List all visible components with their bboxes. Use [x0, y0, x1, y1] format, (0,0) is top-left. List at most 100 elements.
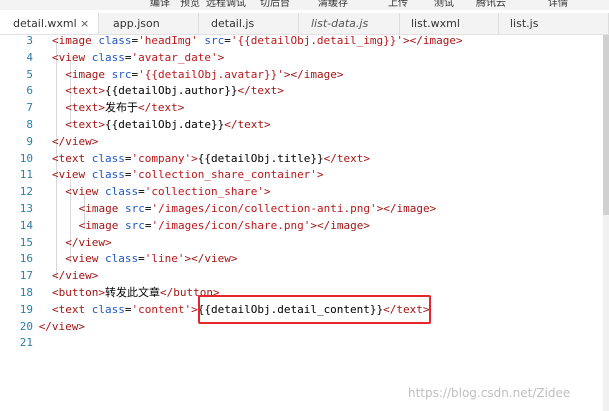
tab-label: detail.js: [211, 17, 255, 30]
code-token: <image: [65, 67, 112, 81]
code-text: <button>转发此文章</button>: [52, 284, 220, 301]
code-token: <text: [52, 151, 92, 165]
code-token: 'collection_share_container': [131, 168, 317, 182]
code-token: </text>: [323, 151, 370, 165]
code-token: 'avatar_date': [131, 50, 218, 64]
toolbar-details-button[interactable]: 详情: [548, 0, 568, 9]
code-token: </text>: [237, 84, 284, 98]
code-token: '{{detailObj.detail_img}}': [230, 34, 404, 47]
code-token: >: [264, 185, 271, 199]
toolbar-compile-button[interactable]: 编译: [150, 0, 170, 9]
code-line[interactable]: 14 <image src='/images/icon/share.png'></…: [0, 217, 603, 234]
code-token: =: [124, 50, 132, 64]
tab-app-json[interactable]: app.json: [99, 13, 199, 34]
watermark: https://blog.csdn.net/Zidee: [408, 386, 571, 400]
toolbar-clear-cache-button[interactable]: 清缓存: [318, 0, 348, 9]
code-line[interactable]: 16 <view class='line'></view>: [0, 250, 603, 267]
code-token: '/images/icon/share.png': [151, 218, 311, 232]
code-token: class: [105, 185, 139, 199]
tab-label: list.js: [510, 17, 539, 30]
code-token: ></view>: [184, 252, 238, 266]
tab-list-wxml[interactable]: list.wxml: [400, 13, 499, 34]
code-line[interactable]: 9 </view>: [0, 133, 603, 150]
code-token: 'headImg': [138, 34, 198, 47]
code-token: <text: [52, 302, 92, 316]
line-number: 19: [19, 302, 33, 316]
code-line[interactable]: 3 <image class='headImg' src='{{detailObj…: [0, 32, 603, 49]
code-token: =: [124, 151, 132, 165]
code-token: 转发此文章: [104, 286, 160, 299]
code-token: <view: [65, 252, 106, 266]
code-line[interactable]: 10 <text class='company'>{{detailObj.titl…: [0, 150, 603, 167]
line-number: 21: [19, 336, 33, 350]
code-token: {{detailObj.title}}: [197, 151, 324, 165]
code-text: <view class='collection_share'>: [65, 183, 270, 200]
code-token: class: [91, 168, 125, 182]
toolbar-tencent-cloud-button[interactable]: 腾讯云: [476, 0, 506, 9]
toolbar-remote-debug-button[interactable]: 远程调试: [206, 0, 246, 9]
code-line[interactable]: 5 <image src='{{detailObj.avatar}}'></ima…: [0, 66, 603, 83]
code-token: =: [138, 185, 145, 199]
code-token: {{detailObj.author}}: [105, 84, 238, 98]
code-token: </text>: [224, 118, 271, 131]
toolbar-test-button[interactable]: 测试: [434, 0, 454, 9]
code-text: <view class='avatar_date'>: [52, 49, 224, 66]
code-line[interactable]: 11 <view class='collection_share_containe…: [0, 166, 603, 183]
toolbar: 编译 预览 远程调试 切后台 清缓存 上传 测试 腾讯云 详情: [0, 0, 609, 10]
code-editor[interactable]: 3 <image class='headImg' src='{{detailObj…: [0, 32, 603, 411]
code-token: ></image>: [403, 34, 463, 47]
tab-label: detail.wxml: [13, 17, 77, 30]
scrollbar-thumb[interactable]: [603, 35, 609, 215]
code-text: <view class='line'></view>: [65, 250, 237, 267]
code-token: src: [124, 202, 145, 215]
close-icon[interactable]: ×: [80, 13, 89, 34]
code-token: </text>: [138, 101, 185, 115]
code-text: <image class='headImg' src='{{detailObj.…: [52, 32, 463, 49]
code-token: class: [91, 151, 125, 165]
code-token: =: [124, 302, 132, 316]
code-token: <text>: [65, 118, 106, 131]
vertical-scrollbar[interactable]: [603, 35, 609, 411]
code-token: =: [138, 252, 145, 266]
toolbar-background-button[interactable]: 切后台: [260, 0, 290, 9]
code-line[interactable]: 8 <text>{{detailObj.date}}</text>: [0, 116, 603, 133]
code-line[interactable]: 12 <view class='collection_share'>: [0, 183, 603, 200]
line-number: 10: [19, 151, 33, 165]
code-token: '/images/icon/collection-anti.png': [151, 202, 377, 215]
code-line[interactable]: 15 </view>: [0, 234, 603, 251]
code-token: >: [316, 168, 324, 182]
code-line[interactable]: 13 <image src='/images/icon/collection-an…: [0, 200, 603, 217]
tab-detail-js[interactable]: detail.js: [199, 13, 299, 34]
code-line[interactable]: 17 </view>: [0, 267, 603, 284]
code-token: <view: [52, 50, 92, 64]
tab-list-js[interactable]: list.js: [499, 13, 609, 34]
code-text: </view>: [39, 318, 85, 335]
code-token: >: [191, 151, 198, 165]
tab-list-data-js[interactable]: list-data.js: [299, 13, 400, 34]
code-token: <text>: [65, 84, 106, 98]
code-line[interactable]: 4 <view class='avatar_date'>: [0, 49, 603, 66]
code-token: ></image>: [310, 218, 371, 232]
code-line[interactable]: 7 <text>发布于</text>: [0, 99, 603, 116]
code-line[interactable]: 6 <text>{{detailObj.author}}</text>: [0, 82, 603, 99]
code-text: <text>发布于</text>: [65, 99, 184, 116]
line-number: 8: [26, 118, 33, 131]
code-text: <image src='/images/icon/share.png'></im…: [79, 217, 370, 234]
toolbar-preview-button[interactable]: 预览: [180, 0, 200, 9]
tab-detail-wxml[interactable]: detail.wxml ×: [0, 13, 99, 34]
code-token: >: [217, 50, 225, 64]
line-number: 3: [26, 34, 33, 47]
code-token: '{{detailObj.avatar}}': [138, 67, 284, 81]
code-token: class: [91, 50, 125, 64]
highlight-box: [198, 295, 431, 324]
code-token: src: [124, 218, 145, 232]
code-text: </view>: [65, 234, 111, 251]
code-token: <image: [52, 34, 99, 47]
code-line[interactable]: 21: [0, 334, 603, 351]
code-text: </view>: [52, 267, 98, 284]
code-token: <image: [78, 202, 125, 215]
line-number: 4: [26, 50, 33, 64]
toolbar-upload-button[interactable]: 上传: [388, 0, 408, 9]
code-token: ></image>: [376, 202, 437, 215]
line-number: 20: [19, 319, 33, 333]
